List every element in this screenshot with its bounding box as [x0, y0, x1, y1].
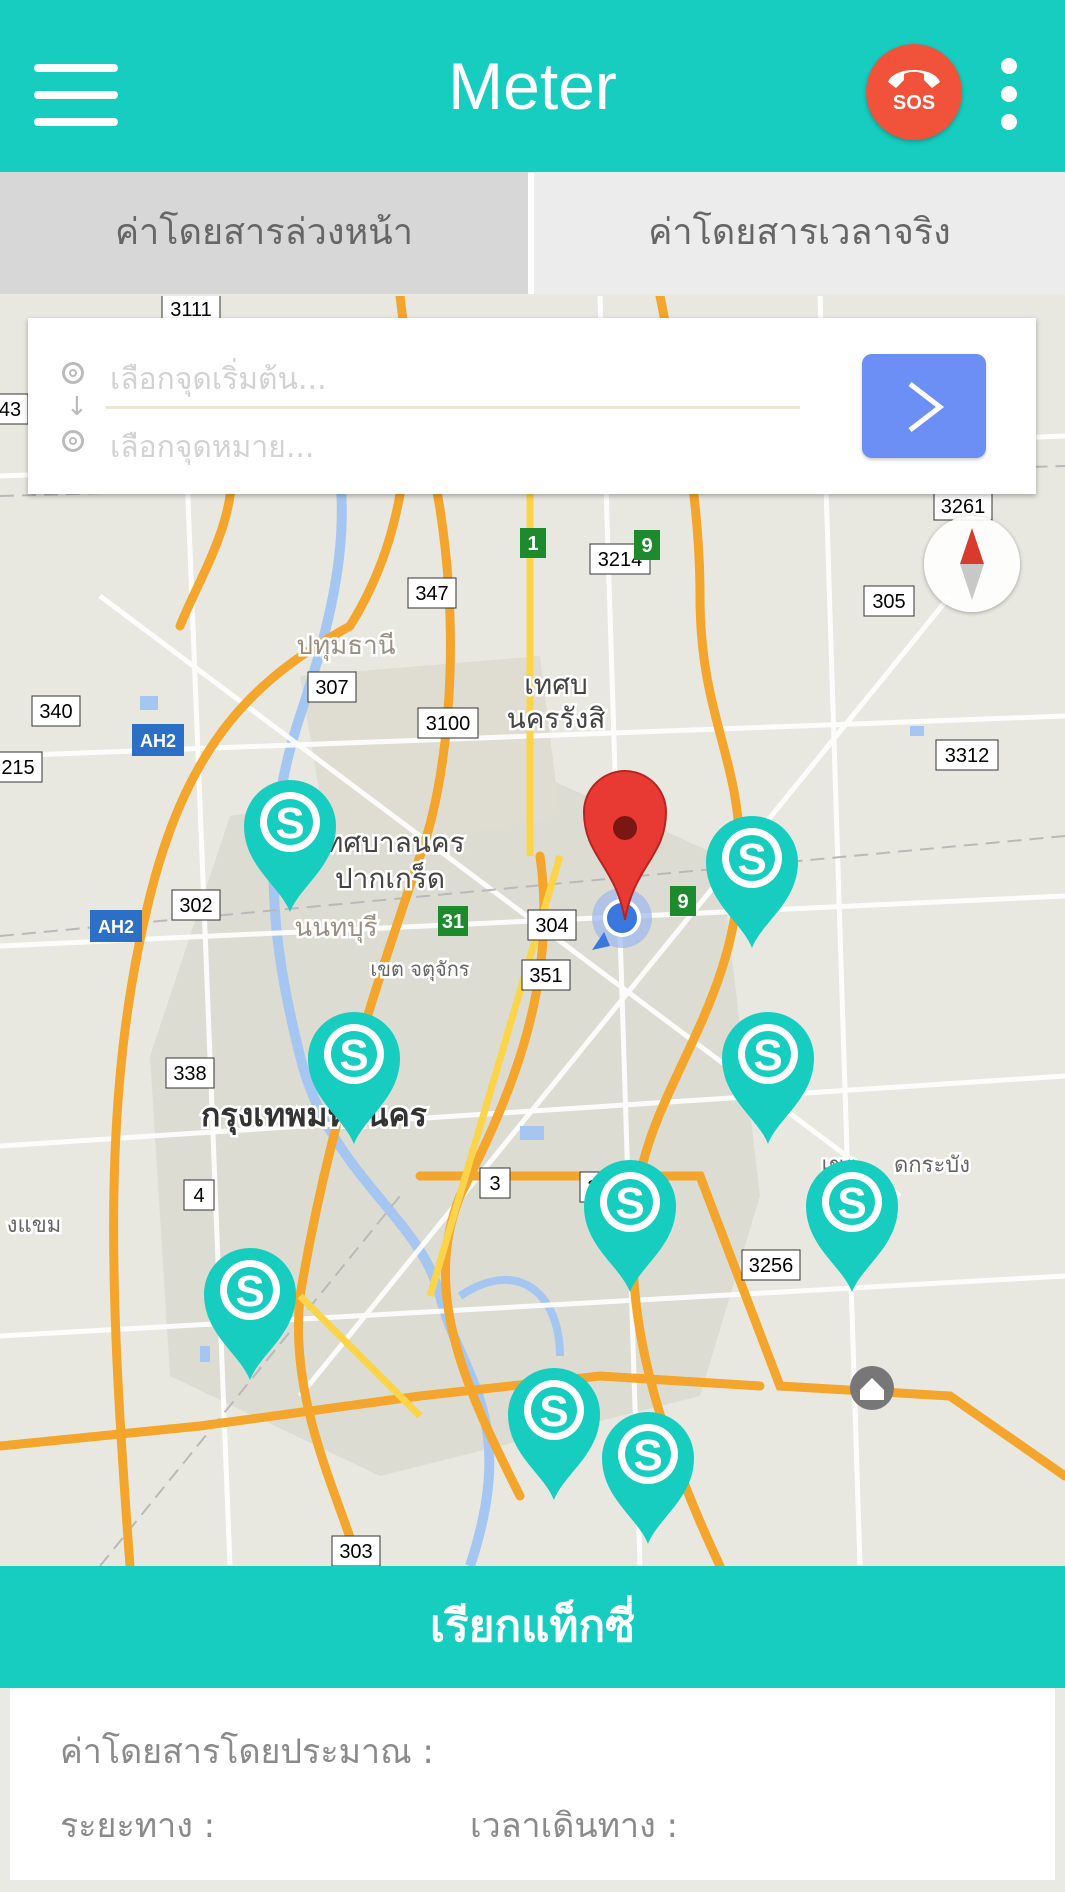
svg-text:303: 303	[339, 1541, 372, 1563]
highway-shield: 9	[634, 530, 660, 560]
svg-text:305: 305	[872, 591, 905, 613]
road-shield: 307	[307, 671, 357, 703]
app-bar: Meter SOS	[0, 0, 1065, 172]
compass-icon[interactable]	[924, 516, 1020, 612]
road-shield: 303	[331, 1535, 381, 1566]
road-shield: 215	[0, 751, 43, 783]
road-shield: 3	[479, 1167, 511, 1199]
svg-text:S: S	[837, 1179, 866, 1228]
road-shield: 304	[527, 909, 577, 941]
svg-text:S: S	[753, 1031, 782, 1080]
chevron-right-icon	[908, 382, 945, 432]
map-label: เทศบ	[524, 668, 588, 701]
svg-text:AH2: AH2	[98, 917, 134, 937]
svg-text:302: 302	[179, 895, 212, 917]
svg-text:43: 43	[0, 399, 21, 421]
map-label: นนทบุรี	[294, 913, 377, 943]
svg-text:S: S	[539, 1387, 568, 1436]
svg-text:3312: 3312	[945, 745, 990, 767]
svg-text:3100: 3100	[426, 713, 471, 735]
svg-text:S: S	[737, 835, 766, 884]
svg-text:347: 347	[415, 583, 448, 605]
svg-text:1: 1	[527, 533, 538, 555]
map-label: นครรังสิ	[507, 702, 606, 735]
road-shield: 3256	[741, 1249, 801, 1281]
svg-text:3: 3	[489, 1173, 500, 1195]
svg-text:307: 307	[315, 677, 348, 699]
svg-text:340: 340	[39, 701, 72, 723]
highway-shield: 9	[670, 886, 696, 916]
road-shield: 3100	[417, 707, 479, 739]
svg-text:3261: 3261	[941, 496, 986, 518]
home-icon	[850, 1366, 894, 1410]
road-shield: 347	[407, 577, 457, 609]
distance-label: ระยะทาง :	[60, 1806, 216, 1846]
road-shield: 338	[165, 1057, 215, 1089]
svg-text:S: S	[633, 1431, 662, 1480]
tab-realtime-fare[interactable]: ค่าโดยสารเวลาจริง	[534, 172, 1065, 294]
svg-text:AH2: AH2	[140, 731, 176, 751]
road-shield: 302	[171, 889, 221, 921]
svg-text:S: S	[339, 1031, 368, 1080]
svg-text:338: 338	[173, 1063, 206, 1085]
svg-text:3256: 3256	[749, 1255, 794, 1277]
asian-highway-shield: AH2	[132, 724, 184, 756]
svg-text:351: 351	[529, 965, 562, 987]
svg-text:304: 304	[535, 915, 568, 937]
svg-text:S: S	[235, 1267, 264, 1316]
svg-text:215: 215	[1, 757, 34, 779]
fare-info-panel: ค่าโดยสารโดยประมาณ : ระยะทาง : เวลาเดินท…	[10, 1688, 1055, 1880]
destination-input[interactable]: เลือกจุดหมาย...	[110, 424, 670, 471]
sos-button[interactable]: SOS	[866, 44, 962, 140]
arrow-down-icon: ↓	[66, 392, 88, 422]
sos-label: SOS	[892, 92, 936, 114]
map-label: เทศบาลนคร	[315, 826, 464, 859]
call-taxi-button[interactable]: เรียกแท็กซี่	[0, 1566, 1065, 1688]
origin-dot-icon	[62, 362, 84, 384]
road-shield: 340	[31, 695, 81, 727]
origin-input[interactable]: เลือกจุดเริ่มต้น...	[110, 356, 670, 403]
map-label: งแขม	[7, 1213, 61, 1238]
road-shield: 43	[0, 393, 29, 425]
svg-text:9: 9	[677, 891, 688, 913]
more-options-icon[interactable]	[996, 58, 1024, 130]
fare-tabs: ค่าโดยสารล่วงหน้า ค่าโดยสารเวลาจริง	[0, 172, 1065, 296]
road-shield: 3312	[935, 739, 999, 771]
input-divider	[106, 406, 800, 409]
route-search-card: ↓ เลือกจุดเริ่มต้น... เลือกจุดหมาย...	[28, 318, 1036, 494]
tab-advance-fare[interactable]: ค่าโดยสารล่วงหน้า	[0, 172, 528, 294]
road-shield: 305	[863, 585, 915, 617]
road-shield: 351	[521, 959, 571, 991]
svg-text:9: 9	[641, 535, 652, 557]
go-button[interactable]	[862, 354, 986, 458]
svg-text:S: S	[615, 1179, 644, 1228]
destination-dot-icon	[62, 430, 84, 452]
map-label: เขต จตุจักร	[370, 957, 469, 982]
asian-highway-shield: AH2	[90, 910, 142, 942]
svg-text:4: 4	[193, 1185, 204, 1207]
svg-text:31: 31	[442, 911, 464, 933]
travel-time-label: เวลาเดินทาง :	[470, 1806, 678, 1846]
map-label: ปากเกร็ด	[335, 861, 445, 895]
road-shield: 4	[183, 1179, 215, 1211]
map-label: ปทุมธานี	[296, 631, 395, 661]
map-label: กรุงเทพมหานคร	[201, 1096, 427, 1136]
highway-shield: 1	[520, 528, 546, 558]
svg-text:S: S	[275, 799, 304, 848]
estimated-fare-label: ค่าโดยสารโดยประมาณ :	[60, 1732, 434, 1772]
highway-shield: 31	[438, 906, 468, 936]
map-label: ดกระบัง	[894, 1153, 970, 1178]
